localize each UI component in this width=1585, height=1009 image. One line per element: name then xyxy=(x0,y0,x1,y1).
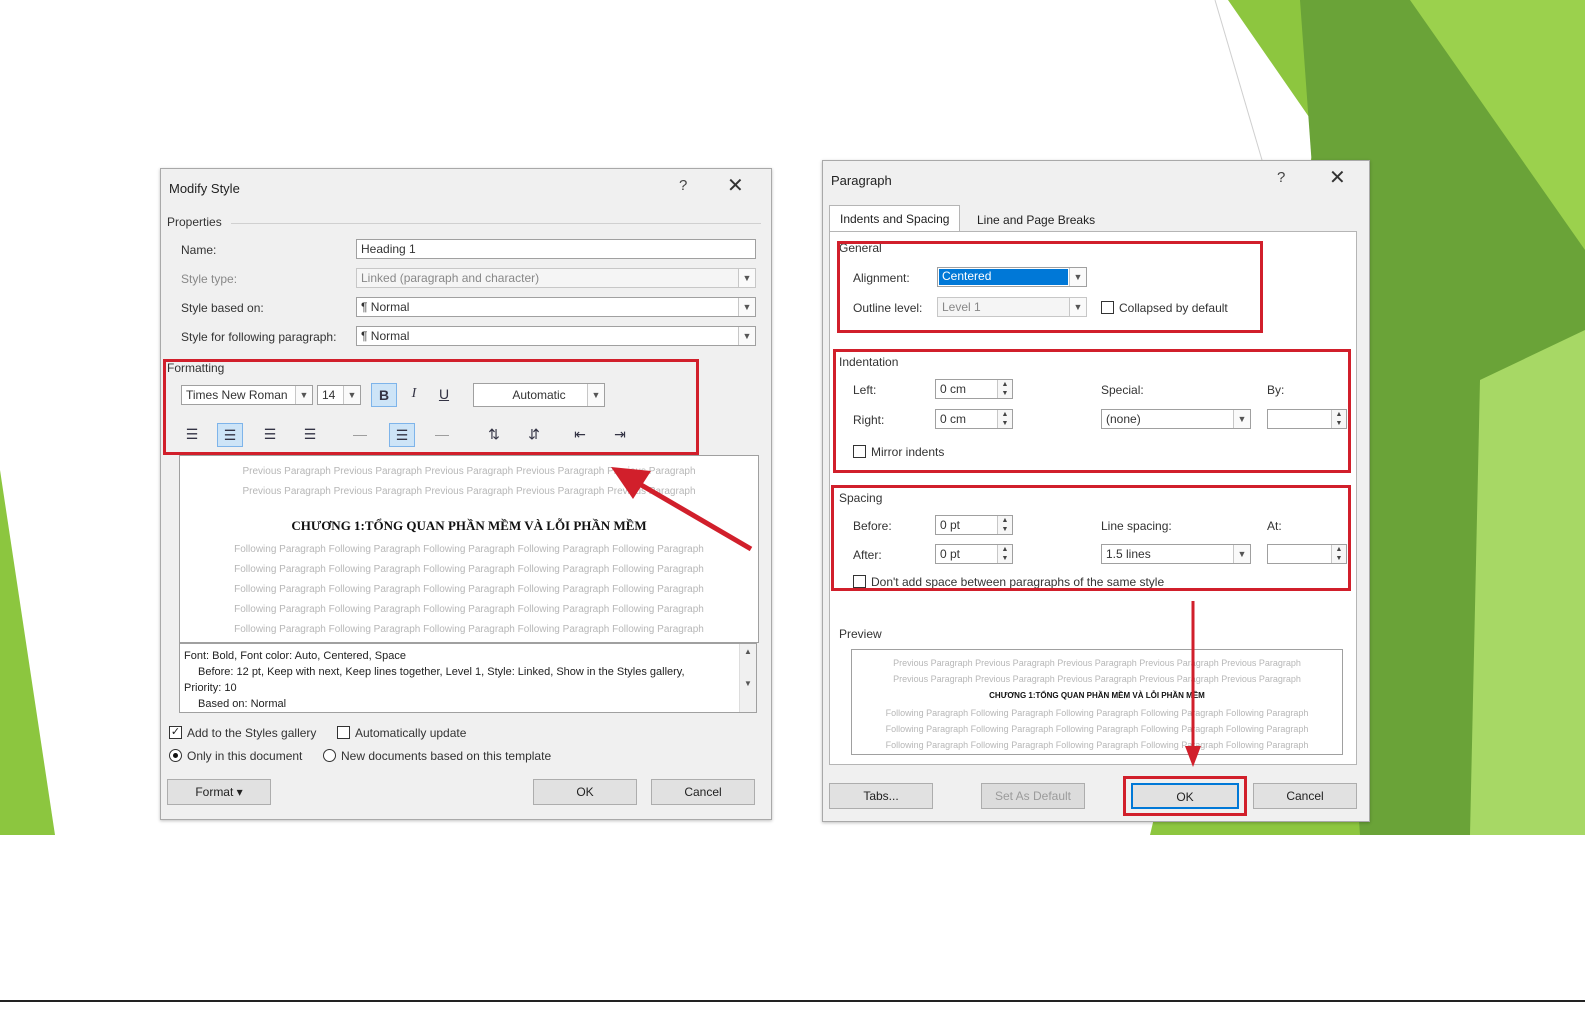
preview-following-line: Following Paragraph Following Paragraph … xyxy=(234,564,704,575)
cancel-button[interactable]: Cancel xyxy=(1253,783,1357,809)
description-line: Before: 12 pt, Keep with next, Keep line… xyxy=(198,666,685,678)
style-type-label: Style type: xyxy=(181,272,238,286)
group-divider xyxy=(231,223,761,224)
paragraph-dialog: Paragraph ? ✕ Indents and Spacing Line a… xyxy=(822,160,1370,822)
dialog-title: Modify Style xyxy=(169,181,240,196)
dialog-title: Paragraph xyxy=(831,173,892,188)
only-document-radio[interactable] xyxy=(169,749,182,762)
bottom-rule xyxy=(0,1000,1585,1002)
preview-following-line: Following Paragraph Following Paragraph … xyxy=(885,708,1309,718)
properties-group-label: Properties xyxy=(167,215,222,229)
red-arrow-down-icon xyxy=(1185,601,1201,767)
close-icon[interactable]: ✕ xyxy=(727,173,744,198)
add-gallery-label: Add to the Styles gallery xyxy=(187,726,317,740)
based-on-label: Style based on: xyxy=(181,301,264,315)
chevron-down-icon: ▼ xyxy=(738,269,755,287)
preview-previous-line: Previous Paragraph Previous Paragraph Pr… xyxy=(893,658,1301,668)
only-document-label: Only in this document xyxy=(187,749,303,763)
cancel-button[interactable]: Cancel xyxy=(651,779,755,805)
auto-update-checkbox[interactable] xyxy=(337,726,350,739)
general-highlight xyxy=(837,241,1263,333)
add-gallery-checkbox[interactable]: ✓ xyxy=(169,726,182,739)
ok-highlight xyxy=(1123,776,1247,816)
style-type-value: Linked (paragraph and character) xyxy=(361,271,540,285)
description-line: Priority: 10 xyxy=(184,682,237,694)
spacing-highlight xyxy=(831,485,1351,591)
help-icon[interactable]: ? xyxy=(1277,169,1285,186)
based-on-value: ¶ Normal xyxy=(361,300,410,314)
preview-following-line: Following Paragraph Following Paragraph … xyxy=(234,604,704,615)
based-on-select[interactable]: ¶ Normal ▼ xyxy=(356,297,756,317)
close-icon[interactable]: ✕ xyxy=(1329,165,1346,190)
modify-style-dialog: Modify Style ? ✕ Properties Name: Headin… xyxy=(160,168,772,820)
format-button[interactable]: Format ▾ xyxy=(167,779,271,805)
tab-indents-spacing[interactable]: Indents and Spacing xyxy=(829,205,961,231)
indentation-highlight xyxy=(833,349,1351,473)
following-value: ¶ Normal xyxy=(361,329,410,343)
help-icon[interactable]: ? xyxy=(679,177,687,194)
style-type-select: Linked (paragraph and character) ▼ xyxy=(356,268,756,288)
name-field[interactable]: Heading 1 xyxy=(356,239,756,259)
preview-following-line: Following Paragraph Following Paragraph … xyxy=(234,624,704,635)
description-line: Font: Bold, Font color: Auto, Centered, … xyxy=(184,650,406,662)
following-select[interactable]: ¶ Normal ▼ xyxy=(356,326,756,346)
preview-previous-line: Previous Paragraph Previous Paragraph Pr… xyxy=(893,674,1301,684)
following-label: Style for following paragraph: xyxy=(181,330,337,344)
formatting-highlight xyxy=(163,359,699,455)
description-scrollbar[interactable]: ▲ ▼ xyxy=(739,644,756,712)
chevron-down-icon[interactable]: ▼ xyxy=(738,298,755,316)
preview-following-line: Following Paragraph Following Paragraph … xyxy=(885,740,1309,750)
set-default-button: Set As Default xyxy=(981,783,1085,809)
red-arrow-icon xyxy=(611,467,753,552)
name-label: Name: xyxy=(181,243,217,257)
tabs-button[interactable]: Tabs... xyxy=(829,783,933,809)
new-documents-radio[interactable] xyxy=(323,749,336,762)
style-description: Font: Bold, Font color: Auto, Centered, … xyxy=(179,643,757,713)
preview-following-line: Following Paragraph Following Paragraph … xyxy=(885,724,1309,734)
chevron-down-icon[interactable]: ▼ xyxy=(738,327,755,345)
tab-line-page-breaks[interactable]: Line and Page Breaks xyxy=(967,207,1105,233)
preview-following-line: Following Paragraph Following Paragraph … xyxy=(234,584,704,595)
paragraph-preview: Previous Paragraph Previous Paragraph Pr… xyxy=(851,649,1343,755)
ok-button[interactable]: OK xyxy=(533,779,637,805)
auto-update-label: Automatically update xyxy=(355,726,467,740)
preview-heading: CHƯƠNG 1:TỔNG QUAN PHẦN MỀM VÀ LỖI PHẦN … xyxy=(989,691,1205,700)
description-line: Based on: Normal xyxy=(198,698,287,710)
new-documents-label: New documents based on this template xyxy=(341,749,552,763)
preview-label: Preview xyxy=(839,627,882,641)
